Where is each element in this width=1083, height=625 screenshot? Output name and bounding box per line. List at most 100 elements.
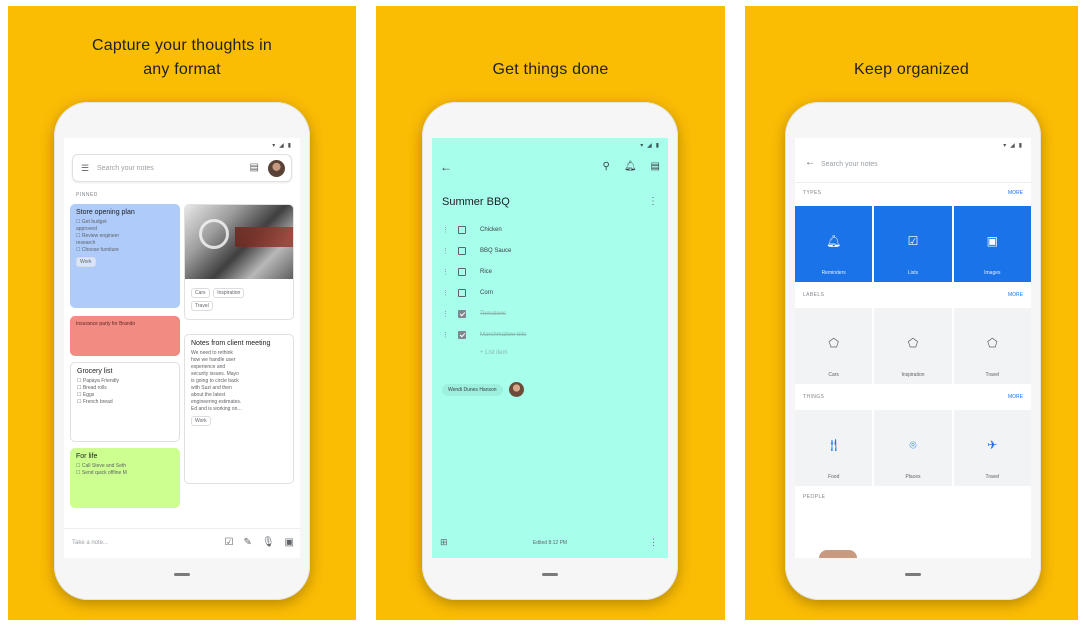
checklist-item[interactable]: ⋮ Tomatoes — [442, 308, 658, 322]
tile-label-inspiration[interactable]: ⬠ Inspiration — [874, 308, 952, 384]
checkbox[interactable] — [458, 289, 466, 297]
add-list-item[interactable]: + List item — [480, 350, 508, 356]
avatar[interactable] — [268, 160, 285, 177]
pin-icon[interactable]: ⚲ — [603, 161, 610, 172]
note-bottom-bar: ⊞ Edited 8:12 PM ⋮ — [432, 528, 668, 558]
note-card-grocery[interactable]: Grocery list ☐ Papaya Friendly ☐ Bread r… — [70, 362, 180, 442]
tile-label: Places — [905, 474, 921, 480]
note-title[interactable]: Summer BBQ — [442, 196, 510, 208]
item-label[interactable]: Corn — [480, 290, 493, 296]
person-avatar[interactable] — [819, 550, 857, 558]
label-chip[interactable]: Inspiration — [213, 288, 245, 298]
checklist-item[interactable]: ⋮ Chicken — [442, 224, 658, 238]
home-indicator[interactable] — [542, 573, 558, 576]
checklist-item[interactable]: ⋮ Corn — [442, 287, 658, 301]
note-card-store-plan[interactable]: Store opening plan ☐ Get budget approved… — [70, 204, 180, 308]
section-label: PEOPLE — [803, 494, 826, 500]
tile-label-cars[interactable]: ⬠ Cars — [795, 308, 873, 384]
food-icon: 🍴︎ — [826, 438, 842, 452]
brush-icon[interactable]: ✎ — [243, 537, 251, 549]
menu-icon[interactable]: ☰ — [81, 163, 89, 174]
section-label: PINNED — [76, 192, 98, 198]
more-link[interactable]: MORE — [1008, 190, 1023, 196]
checkbox[interactable] — [458, 268, 466, 276]
note-line: ☐ Send quick offline M — [76, 470, 127, 476]
note-line: engineering estimates. — [191, 399, 242, 405]
section-label: TYPES — [803, 190, 822, 196]
note-title: Notes from client meeting — [191, 340, 271, 347]
search-input[interactable]: Search your notes — [97, 165, 154, 172]
panel-keep-organized: Keep organized ▾ ◢ ▮ ← Search your notes… — [745, 6, 1078, 620]
checkbox[interactable] — [458, 247, 466, 255]
checkbox[interactable] — [458, 310, 466, 318]
search-input[interactable]: Search your notes — [821, 161, 878, 168]
labels-tiles: ⬠ Cars ⬠ Inspiration ⬠ Travel — [795, 308, 1031, 384]
tile-label: Lists — [907, 270, 919, 276]
back-arrow-icon[interactable]: ← — [805, 157, 815, 168]
home-indicator[interactable] — [174, 573, 190, 576]
note-card-for-life[interactable]: For life ☐ Call Steve and Seth ☐ Send qu… — [70, 448, 180, 508]
drag-handle-icon[interactable]: ⋮ — [442, 247, 449, 255]
note-line: experience and — [191, 364, 226, 370]
tile-food[interactable]: 🍴︎ Food — [795, 410, 873, 486]
archive-icon[interactable]: ▤ — [651, 161, 660, 172]
drag-handle-icon[interactable]: ⋮ — [442, 331, 449, 339]
note-line: approved — [76, 226, 97, 232]
search-bar[interactable]: ☰ Search your notes ▤ — [72, 154, 292, 182]
note-card-photo[interactable]: Cars Inspiration Travel — [184, 204, 294, 320]
drag-handle-icon[interactable]: ⋮ — [442, 310, 449, 318]
note-line: security issues. Mayo — [191, 371, 239, 377]
tile-places[interactable]: ⌾ Places — [874, 410, 952, 486]
image-icon: ▣ — [986, 234, 998, 248]
item-label[interactable]: Chicken — [480, 227, 502, 233]
drag-handle-icon[interactable]: ⋮ — [442, 268, 449, 276]
checkbox[interactable] — [458, 331, 466, 339]
checklist-item[interactable]: ⋮ BBQ Sauce — [442, 245, 658, 259]
image-icon[interactable]: ▣ — [285, 537, 294, 549]
tile-label: Cars — [828, 372, 839, 378]
take-note-input[interactable]: Take a note... — [72, 540, 108, 546]
tile-lists[interactable]: ☑ Lists — [874, 206, 952, 282]
grid-view-icon[interactable]: ▤ — [250, 162, 259, 173]
label-chip[interactable]: Work — [76, 257, 96, 267]
more-link[interactable]: MORE — [1008, 292, 1023, 298]
search-bar[interactable]: ← Search your notes — [795, 154, 1031, 176]
tile-label-travel[interactable]: ⬠ Travel — [953, 308, 1031, 384]
tile-images[interactable]: ▣ Images — [953, 206, 1031, 282]
label-chip[interactable]: Travel — [191, 301, 213, 311]
item-label[interactable]: BBQ Sauce — [480, 248, 511, 254]
drag-handle-icon[interactable]: ⋮ — [442, 289, 449, 297]
note-line: research — [76, 240, 96, 246]
tile-reminders[interactable]: 🔔︎ Reminders — [795, 206, 873, 282]
tile-travel[interactable]: ✈︎ Travel — [953, 410, 1031, 486]
reminder-bell-icon[interactable]: 🔔︎ — [624, 161, 637, 172]
mic-icon[interactable]: 🎙︎ — [262, 537, 275, 549]
checklist-item[interactable]: ⋮ Rice — [442, 266, 658, 280]
note-card-client-meeting[interactable]: Notes from client meeting We need to ret… — [184, 334, 294, 484]
drag-handle-icon[interactable]: ⋮ — [442, 226, 449, 234]
item-label[interactable]: Marshmallow bits — [480, 332, 526, 338]
note-card-red[interactable]: Insurance party for Brando — [70, 316, 180, 356]
phone-frame: ▾ ◢ ▮ ← Search your notes TYPES MORE 🔔︎ … — [785, 102, 1041, 600]
back-arrow-icon[interactable]: ← — [440, 160, 452, 174]
more-vert-icon[interactable]: ⋮ — [649, 537, 658, 548]
tile-label: Travel — [985, 372, 1000, 378]
car-interior-image — [185, 205, 293, 279]
more-vert-icon[interactable]: ⋮ — [648, 196, 658, 207]
label-chip[interactable]: Work — [191, 416, 211, 426]
types-tiles: 🔔︎ Reminders ☑ Lists ▣ Images — [795, 206, 1031, 282]
avatar[interactable] — [508, 382, 524, 397]
label-icon: ⬠ — [828, 336, 839, 350]
note-line: ☐ Review engineer — [76, 233, 120, 239]
item-label[interactable]: Tomatoes — [480, 311, 506, 317]
label-chip[interactable]: Cars — [191, 288, 210, 298]
panel-headline: Get things done — [492, 61, 609, 78]
checkbox-icon[interactable]: ☑ — [224, 537, 233, 549]
more-link[interactable]: MORE — [1008, 394, 1023, 400]
home-indicator[interactable] — [905, 573, 921, 576]
item-label[interactable]: Rice — [480, 269, 492, 275]
phone-screen: ▾ ◢ ▮ ← Search your notes TYPES MORE 🔔︎ … — [795, 138, 1031, 558]
collaborator-chip[interactable]: Wendi Dunes Hanson — [442, 383, 503, 396]
checkbox[interactable] — [458, 226, 466, 234]
checklist-item[interactable]: ⋮ Marshmallow bits — [442, 329, 658, 343]
